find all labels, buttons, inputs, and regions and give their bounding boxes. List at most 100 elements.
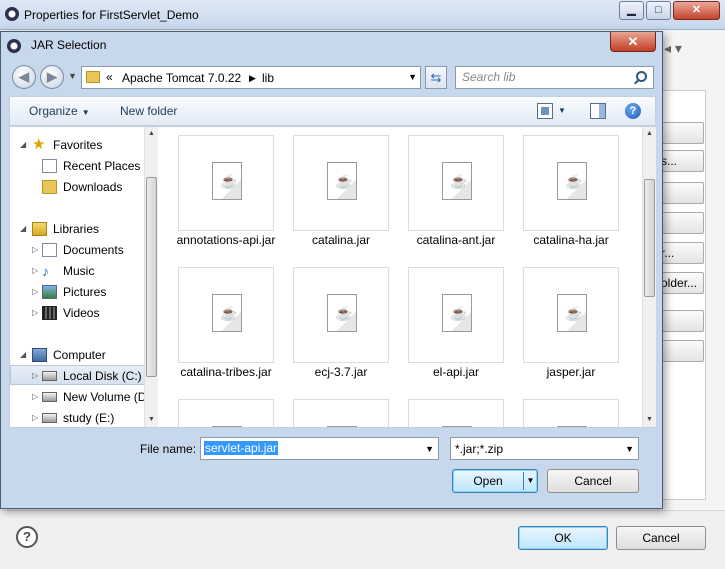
chevron-down-icon[interactable]: ▼ xyxy=(408,72,417,82)
file-name: jasper.jar xyxy=(546,365,596,379)
address-overflow[interactable]: « xyxy=(106,70,113,84)
file-item[interactable]: el-api.jar xyxy=(392,259,504,389)
nav-pictures[interactable]: ▷ Pictures xyxy=(10,282,146,302)
nav-videos[interactable]: ▷ Videos xyxy=(10,303,146,323)
ok-button[interactable]: OK xyxy=(518,526,608,550)
collapsed-arrow-icon[interactable]: ▷ xyxy=(32,413,38,422)
help-button[interactable]: ? xyxy=(16,526,38,548)
jar-file-icon xyxy=(327,294,357,332)
dialog-title: JAR Selection xyxy=(31,38,107,52)
file-thumbnail xyxy=(523,267,619,363)
properties-title: Properties for FirstServlet_Demo xyxy=(24,8,199,22)
eclipse-icon xyxy=(5,7,19,21)
file-item[interactable]: catalina-ant.jar xyxy=(392,127,504,257)
address-bar[interactable]: « Apache Tomcat 7.0.22 ▶ lib ▼ xyxy=(81,66,421,89)
nav-computer[interactable]: ◢ Computer xyxy=(10,345,146,365)
open-options-dropdown[interactable]: ▼ xyxy=(523,472,537,490)
file-item[interactable]: ecj-3.7.jar xyxy=(277,259,389,389)
file-item[interactable] xyxy=(277,391,389,427)
nav-documents[interactable]: ▷ Documents xyxy=(10,240,146,260)
back-button[interactable]: ◀ xyxy=(12,65,36,89)
collapsed-arrow-icon[interactable]: ▷ xyxy=(32,287,38,296)
browser-content: ◢ ★ Favorites Recent Places Downloads ◢ … xyxy=(9,126,656,428)
scroll-up-icon[interactable]: ▲ xyxy=(643,127,656,141)
scroll-down-icon[interactable]: ▼ xyxy=(643,413,656,427)
downloads-folder-icon xyxy=(42,180,57,194)
file-name-input[interactable]: servlet-api.jar ▼ xyxy=(200,437,439,460)
nav-downloads[interactable]: Downloads xyxy=(10,177,146,197)
file-item[interactable]: catalina-tribes.jar xyxy=(162,259,274,389)
breadcrumb-lib[interactable]: lib xyxy=(262,71,274,85)
file-item[interactable] xyxy=(507,391,619,427)
file-item[interactable]: annotations-api.jar xyxy=(162,127,275,257)
chevron-right-icon[interactable]: ▶ xyxy=(249,73,256,84)
nav-recent-places[interactable]: Recent Places xyxy=(10,156,146,176)
search-input[interactable]: Search lib xyxy=(455,66,654,89)
new-folder-button[interactable]: New folder xyxy=(120,104,177,118)
file-name: catalina-tribes.jar xyxy=(180,365,272,379)
help-icon[interactable]: ? xyxy=(625,103,641,119)
nav-music[interactable]: ▷ ♪ Music xyxy=(10,261,146,281)
nav-study[interactable]: ▷ study (E:) xyxy=(10,408,146,427)
files-scrollbar[interactable]: ▲ ▼ xyxy=(642,127,656,427)
refresh-button[interactable]: ⇆ xyxy=(425,66,447,89)
dialog-cancel-button[interactable]: Cancel xyxy=(547,469,639,493)
collapsed-arrow-icon[interactable]: ▷ xyxy=(32,266,38,275)
file-name: el-api.jar xyxy=(432,365,480,379)
expanded-arrow-icon[interactable]: ◢ xyxy=(20,140,26,149)
nav-new-volume[interactable]: ▷ New Volume (D xyxy=(10,387,146,407)
jar-file-icon xyxy=(327,426,357,427)
file-thumbnail xyxy=(523,135,619,231)
file-item[interactable] xyxy=(392,391,504,427)
scroll-down-icon[interactable]: ▼ xyxy=(145,413,158,427)
file-item[interactable]: catalina-ha.jar xyxy=(507,127,619,257)
jar-selection-dialog: JAR Selection ✕ ◀ ▶ ▼ « Apache Tomcat 7.… xyxy=(0,31,663,509)
jar-file-icon xyxy=(557,426,587,427)
preview-pane-icon[interactable] xyxy=(590,103,606,119)
close-button[interactable]: ✕ xyxy=(673,1,720,20)
drive-icon xyxy=(42,392,57,402)
collapsed-arrow-icon[interactable]: ▷ xyxy=(32,245,38,254)
navigation-pane: ◢ ★ Favorites Recent Places Downloads ◢ … xyxy=(10,127,146,427)
recent-locations-dropdown[interactable]: ▼ xyxy=(68,71,77,81)
chevron-down-icon[interactable]: ▼ xyxy=(425,444,434,454)
chevron-down-icon[interactable]: ▼ xyxy=(625,444,634,454)
scrollbar-thumb[interactable] xyxy=(146,177,157,377)
file-item[interactable] xyxy=(162,391,274,427)
expanded-arrow-icon[interactable]: ◢ xyxy=(20,224,26,233)
file-name: catalina-ant.jar xyxy=(416,233,496,247)
collapsed-arrow-icon[interactable]: ▷ xyxy=(32,371,38,380)
breadcrumb-tomcat[interactable]: Apache Tomcat 7.0.22 xyxy=(122,71,241,85)
jar-file-icon xyxy=(212,426,242,427)
scroll-up-icon[interactable]: ▲ xyxy=(145,127,158,141)
scrollbar-thumb[interactable] xyxy=(644,179,655,297)
file-item[interactable]: catalina.jar xyxy=(277,127,389,257)
collapsed-arrow-icon[interactable]: ▷ xyxy=(32,308,38,317)
file-name: catalina-ha.jar xyxy=(533,233,609,247)
dialog-close-button[interactable]: ✕ xyxy=(610,32,656,52)
open-button[interactable]: Open ▼ xyxy=(452,469,538,493)
nav-new-volume-label: New Volume (D xyxy=(63,390,146,404)
nav-libraries[interactable]: ◢ Libraries xyxy=(10,219,146,239)
view-options-dropdown[interactable]: ▼ xyxy=(558,106,566,115)
file-name: annotations-api.jar xyxy=(176,233,276,247)
nav-favorites[interactable]: ◢ ★ Favorites xyxy=(10,135,146,155)
forward-button[interactable]: ▶ xyxy=(40,65,64,89)
star-icon: ★ xyxy=(32,136,46,153)
change-view-icon[interactable] xyxy=(537,103,553,119)
organize-button[interactable]: Organize ▼ xyxy=(29,104,90,118)
nav-local-disk[interactable]: ▷ Local Disk (C:) xyxy=(10,365,146,385)
file-type-value: *.jar;*.zip xyxy=(455,442,504,456)
collapsed-arrow-icon[interactable]: ▷ xyxy=(32,392,38,401)
nav-history-icon[interactable]: ◂ ▾ xyxy=(664,40,682,57)
file-type-select[interactable]: *.jar;*.zip ▼ xyxy=(450,437,639,460)
properties-cancel-button[interactable]: Cancel xyxy=(616,526,706,550)
expanded-arrow-icon[interactable]: ◢ xyxy=(20,350,26,359)
file-thumbnail xyxy=(293,399,389,427)
file-item[interactable]: jasper.jar xyxy=(507,259,619,389)
open-label: Open xyxy=(473,474,503,488)
maximize-button[interactable]: □ xyxy=(646,1,671,20)
minimize-button[interactable]: ▁ xyxy=(619,1,644,20)
navigation-scrollbar[interactable]: ▲ ▼ xyxy=(144,127,158,427)
footer-divider xyxy=(0,510,725,511)
